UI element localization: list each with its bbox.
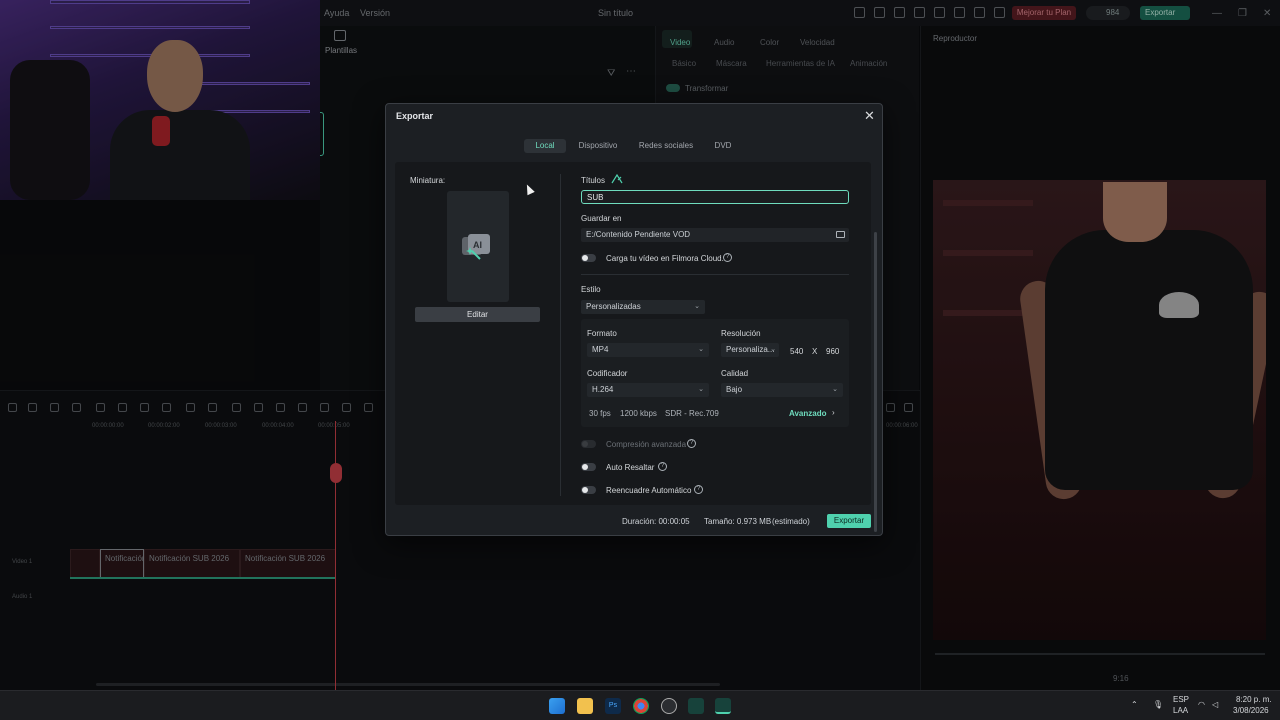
settings-scrollbar[interactable]: [874, 232, 877, 532]
quality-value: Bajo: [726, 385, 743, 394]
chrome-icon[interactable]: [633, 698, 649, 714]
ai-thumbnail-icon: AI: [462, 234, 490, 260]
auto-highlight-help-icon[interactable]: ?: [658, 462, 667, 471]
taskbar: Ps ⌃ 🎙 ESP LAA ◠ ◁ 8:20 p. m. 3/08/2026: [0, 690, 1280, 720]
windows-start-icon[interactable]: [549, 698, 565, 714]
auto-reframe-help-icon[interactable]: ?: [694, 485, 703, 494]
chevron-down-icon: ⌄: [694, 303, 700, 310]
tray-chevron-icon[interactable]: ⌃: [1131, 700, 1138, 709]
bitrate-value: 1200 kbps: [620, 409, 657, 418]
cloud-upload-toggle[interactable]: [581, 254, 596, 262]
fps-value: 30 fps: [589, 409, 611, 418]
auto-reframe-toggle[interactable]: [581, 486, 596, 494]
tab-dvd[interactable]: DVD: [708, 139, 738, 153]
resolution-height[interactable]: 960: [826, 347, 839, 356]
section-divider: [581, 274, 849, 275]
encoder-select[interactable]: H.264 ⌄: [587, 383, 709, 397]
compression-help-icon[interactable]: ?: [687, 439, 696, 448]
filmora-active-icon[interactable]: [715, 698, 731, 714]
wifi-icon[interactable]: ◠: [1198, 700, 1205, 709]
color-space-value: SDR - Rec.709: [665, 409, 719, 418]
titles-label: Títulos: [581, 176, 606, 185]
tab-local[interactable]: Local: [524, 139, 566, 153]
quality-label: Calidad: [721, 369, 749, 378]
photoshop-icon[interactable]: Ps: [605, 698, 621, 714]
dialog-title: Exportar: [396, 111, 434, 121]
export-dialog: Exportar ✕ Local Dispositivo Redes socia…: [385, 103, 883, 536]
edit-thumbnail-button[interactable]: Editar: [415, 307, 540, 322]
format-settings: Formato MP4 ⌄ Resolución Personaliza... …: [581, 319, 849, 427]
auto-highlight-label: Auto Resaltar: [606, 463, 655, 472]
duration-text: Duración: 00:00:05: [622, 517, 690, 526]
microphone-icon[interactable]: 🎙: [1153, 700, 1163, 709]
clock-date[interactable]: 3/08/2026: [1233, 706, 1269, 715]
size-text: Tamaño: 0.973 MB: [704, 517, 772, 526]
tab-device[interactable]: Dispositivo: [574, 139, 622, 153]
lang-top[interactable]: ESP: [1173, 695, 1189, 704]
close-icon[interactable]: ✕: [864, 108, 875, 124]
file-explorer-icon[interactable]: [577, 698, 593, 714]
folder-icon[interactable]: [836, 231, 845, 238]
tab-social[interactable]: Redes sociales: [634, 139, 698, 153]
app-icon[interactable]: [661, 698, 677, 714]
auto-highlight-toggle[interactable]: [581, 463, 596, 471]
chevron-down-icon: ⌄: [698, 386, 704, 393]
filmora-icon[interactable]: [688, 698, 704, 714]
volume-icon[interactable]: ◁: [1212, 700, 1218, 709]
resolution-select[interactable]: Personaliza... ⌄: [721, 343, 779, 357]
svg-text:AI: AI: [473, 240, 482, 250]
column-divider: [560, 174, 561, 496]
export-button[interactable]: Exportar: [827, 514, 871, 528]
chevron-down-icon: ⌄: [770, 346, 776, 353]
estimated-text: (estimado): [772, 517, 810, 526]
compression-toggle[interactable]: [581, 440, 596, 448]
quality-select[interactable]: Bajo ⌄: [721, 383, 843, 397]
cloud-upload-label: Carga tu vídeo en Filmora Cloud.: [606, 254, 724, 263]
encoder-label: Codificador: [587, 369, 628, 378]
save-path-field[interactable]: E:/Contenido Pendiente VOD: [581, 228, 849, 242]
save-path-text: E:/Contenido Pendiente VOD: [586, 230, 691, 239]
lang-bottom[interactable]: LAA: [1173, 706, 1188, 715]
auto-reframe-label: Reencuadre Automático: [606, 486, 692, 495]
thumbnail-preview[interactable]: AI: [447, 191, 509, 302]
chevron-down-icon: ⌄: [832, 386, 838, 393]
format-value: MP4: [592, 345, 609, 354]
compression-label: Compresión avanzada: [606, 440, 687, 449]
ai-title-icon[interactable]: [611, 174, 623, 184]
chevron-right-icon[interactable]: ›: [832, 408, 835, 417]
resolution-preset: Personaliza...: [726, 345, 775, 354]
save-label: Guardar en: [581, 214, 622, 223]
clock-time[interactable]: 8:20 p. m.: [1236, 695, 1272, 704]
encoder-value: H.264: [592, 385, 614, 394]
export-footer: Duración: 00:00:05 Tamaño: 0.973 MB (est…: [386, 511, 884, 531]
format-select[interactable]: MP4 ⌄: [587, 343, 709, 357]
chevron-down-icon: ⌄: [698, 346, 704, 353]
thumbnail-label: Miniatura:: [410, 176, 446, 185]
cloud-help-icon[interactable]: ?: [723, 253, 732, 262]
resolution-x: X: [812, 347, 818, 356]
resolution-width[interactable]: 540: [790, 347, 803, 356]
titles-input[interactable]: [581, 190, 849, 204]
advanced-link[interactable]: Avanzado: [789, 409, 827, 418]
style-label: Estilo: [581, 285, 601, 294]
style-select[interactable]: Personalizadas ⌄: [581, 300, 705, 314]
export-content: Miniatura: AI Editar Títulos Guardar en …: [395, 162, 877, 532]
format-label: Formato: [587, 329, 617, 338]
style-value: Personalizadas: [586, 302, 641, 311]
resolution-label: Resolución: [721, 329, 761, 338]
